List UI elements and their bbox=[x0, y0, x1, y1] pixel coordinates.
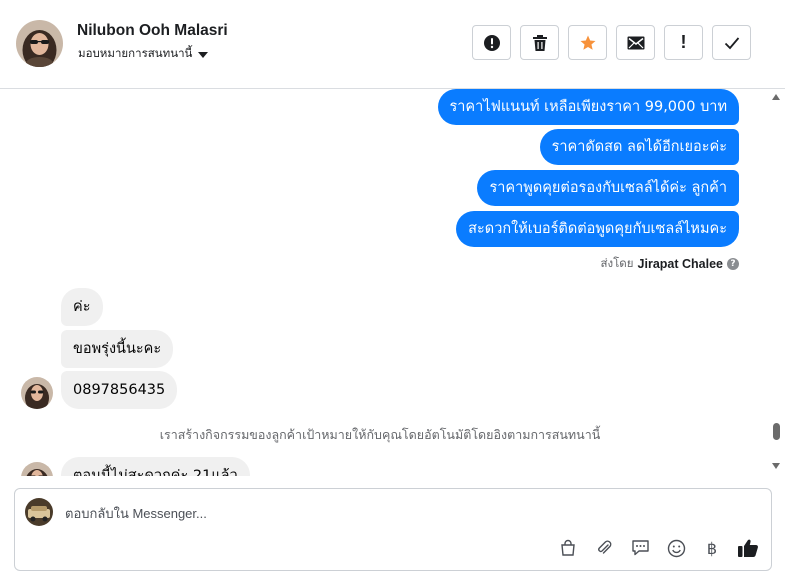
smiley-icon bbox=[667, 539, 685, 557]
conversation-header: Nilubon Ooh Malasri มอบหมายการสนทนานี้ ! bbox=[0, 0, 785, 89]
sent-by-label: ส่งโดย Jirapat Chalee ? bbox=[600, 255, 739, 273]
star-button[interactable] bbox=[568, 25, 607, 60]
baht-icon: ฿ bbox=[706, 538, 718, 558]
envelope-icon bbox=[627, 36, 644, 49]
customer-name[interactable]: Nilubon Ooh Malasri bbox=[77, 22, 228, 40]
checkmark-icon bbox=[724, 36, 739, 49]
mark-unread-button[interactable] bbox=[616, 25, 655, 60]
trash-icon bbox=[532, 34, 547, 51]
scroll-up-icon[interactable] bbox=[772, 94, 780, 100]
page-avatar bbox=[25, 498, 53, 526]
spam-button[interactable] bbox=[472, 25, 511, 60]
messenger-conversation: Nilubon Ooh Malasri มอบหมายการสนทนานี้ !… bbox=[0, 0, 785, 579]
sent-by-prefix: ส่งโดย bbox=[600, 256, 634, 270]
outgoing-message[interactable]: สะดวกให้เบอร์ติดต่อพูดคุยกับเซลล์ไหมคะ bbox=[456, 211, 739, 247]
sender-name[interactable]: Jirapat Chalee bbox=[638, 257, 723, 271]
outgoing-message[interactable]: ราคาพูดคุยต่อรองกับเซลล์ได้ค่ะ ลูกค้า bbox=[477, 170, 739, 206]
incoming-message[interactable]: ค่ะ bbox=[61, 288, 103, 326]
customer-avatar-small bbox=[21, 377, 53, 409]
saved-replies-button[interactable] bbox=[629, 537, 651, 559]
done-button[interactable] bbox=[712, 25, 751, 60]
outgoing-message[interactable]: ราคาไฟแนนท์ เหลือเพียงราคา 99,000 บาท bbox=[437, 89, 739, 125]
incoming-message[interactable]: ตอนนี้ไม่สะดวกค่ะ 21แล้ว bbox=[61, 457, 250, 476]
question-circle-icon[interactable]: ? bbox=[727, 258, 739, 270]
scrollbar-thumb[interactable] bbox=[773, 423, 780, 440]
assign-conversation-dropdown[interactable]: มอบหมายการสนทนานี้ bbox=[78, 45, 209, 63]
scrollbar[interactable] bbox=[768, 89, 785, 476]
reply-input[interactable] bbox=[65, 503, 665, 523]
conversation-actions: ! bbox=[472, 25, 751, 60]
star-icon bbox=[580, 35, 595, 50]
alert-circle-icon bbox=[483, 34, 500, 51]
customer-avatar[interactable] bbox=[16, 20, 63, 67]
emoji-button[interactable] bbox=[665, 537, 687, 559]
paperclip-icon bbox=[598, 540, 612, 554]
shopping-bag-icon bbox=[561, 539, 575, 556]
reply-composer: ฿ bbox=[14, 488, 772, 571]
exclamation-icon: ! bbox=[680, 32, 687, 52]
shopping-bag-button[interactable] bbox=[557, 537, 579, 559]
assign-label: มอบหมายการสนทนานี้ bbox=[78, 46, 193, 60]
attach-button[interactable] bbox=[593, 537, 615, 559]
outgoing-message[interactable]: ราคาดัดสด ลดได้อีกเยอะค่ะ bbox=[539, 129, 739, 165]
composer-toolbar: ฿ bbox=[557, 537, 759, 559]
system-note: เราสร้างกิจกรรมของลูกค้าเป้าหมายให้กับคุ… bbox=[159, 427, 601, 442]
message-thread[interactable]: ราคาไฟแนนท์ เหลือเพียงราคา 99,000 บาท รา… bbox=[0, 89, 768, 476]
chevron-down-icon bbox=[198, 51, 209, 58]
payment-button[interactable]: ฿ bbox=[701, 537, 723, 559]
like-button[interactable] bbox=[737, 537, 759, 559]
follow-up-button[interactable]: ! bbox=[664, 25, 703, 60]
incoming-message[interactable]: 0897856435 bbox=[61, 371, 178, 409]
delete-button[interactable] bbox=[520, 25, 559, 60]
customer-avatar-small bbox=[21, 462, 53, 476]
chat-bubble-icon bbox=[631, 540, 649, 556]
incoming-message[interactable]: ขอพรุ่งนี้นะคะ bbox=[61, 330, 174, 368]
scroll-down-icon[interactable] bbox=[772, 463, 780, 469]
thumbs-up-icon bbox=[738, 539, 758, 557]
